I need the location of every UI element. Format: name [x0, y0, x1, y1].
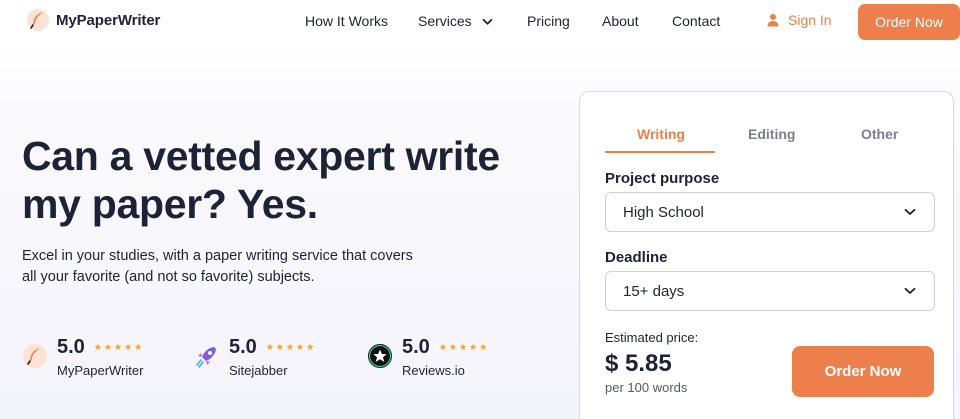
nav-how-it-works[interactable]: How It Works [305, 13, 388, 29]
rating-reviews-io: 5.0 ★★★★★ Reviews.io [367, 336, 489, 378]
deadline-select[interactable]: 15+ days [605, 271, 935, 311]
project-purpose-label: Project purpose [605, 170, 720, 187]
five-star-icons: ★★★★★ [265, 342, 317, 352]
rating-mypaperwriter: 5.0 ★★★★★ MyPaperWriter [22, 336, 144, 378]
rating-sitejabber: 5.0 ★★★★★ Sitejabber [194, 336, 316, 378]
sign-in-label: Sign In [788, 12, 832, 28]
price-calculator-card: Writing Editing Other Project purpose Hi… [579, 91, 954, 419]
estimated-price-value: $ 5.85 [605, 350, 672, 377]
deadline-label: Deadline [605, 249, 668, 266]
rating-score: 5.0 [402, 336, 430, 358]
sign-in-link[interactable]: Sign In [766, 12, 832, 28]
rating-source: Reviews.io [402, 363, 465, 378]
nav-contact[interactable]: Contact [672, 13, 720, 29]
tab-other[interactable]: Other [861, 126, 898, 142]
feather-logo-icon [27, 9, 49, 31]
five-star-icons: ★★★★★ [438, 342, 490, 352]
rating-score: 5.0 [229, 336, 257, 358]
chevron-down-icon [904, 208, 916, 215]
rating-source: MyPaperWriter [57, 363, 144, 378]
rating-source: Sitejabber [229, 363, 288, 378]
header-order-now-button[interactable]: Order Now [858, 4, 960, 40]
hero-subtitle: Excel in your studies, with a paper writ… [22, 248, 413, 285]
five-star-icons: ★★★★★ [93, 342, 145, 352]
estimated-price-label: Estimated price: [605, 330, 699, 345]
nav-services[interactable]: Services [418, 13, 493, 29]
feather-logo-icon [23, 344, 47, 368]
sitejabber-rocket-icon [196, 347, 216, 368]
active-tab-indicator [605, 151, 715, 153]
nav-services-label: Services [418, 13, 472, 29]
reviews-io-star-icon [368, 344, 392, 368]
nav-pricing[interactable]: Pricing [527, 13, 570, 29]
site-header: MyPaperWriter How It Works Services Pric… [0, 0, 960, 44]
rating-score: 5.0 [57, 336, 85, 358]
tab-editing[interactable]: Editing [748, 126, 795, 142]
chevron-down-icon [482, 19, 492, 25]
tab-writing[interactable]: Writing [637, 126, 685, 142]
chevron-down-icon [904, 287, 916, 294]
calculator-order-now-button[interactable]: Order Now [792, 346, 934, 397]
project-purpose-value: High School [623, 203, 704, 221]
project-purpose-select[interactable]: High School [605, 192, 935, 232]
brand-logo[interactable]: MyPaperWriter [26, 8, 160, 32]
deadline-value: 15+ days [623, 282, 685, 300]
nav-about[interactable]: About [602, 13, 639, 29]
brand-name: MyPaperWriter [56, 11, 161, 29]
hero-title: Can a vetted expert write my paper? Yes. [22, 133, 500, 227]
user-icon [767, 14, 779, 27]
price-unit: per 100 words [605, 380, 688, 395]
